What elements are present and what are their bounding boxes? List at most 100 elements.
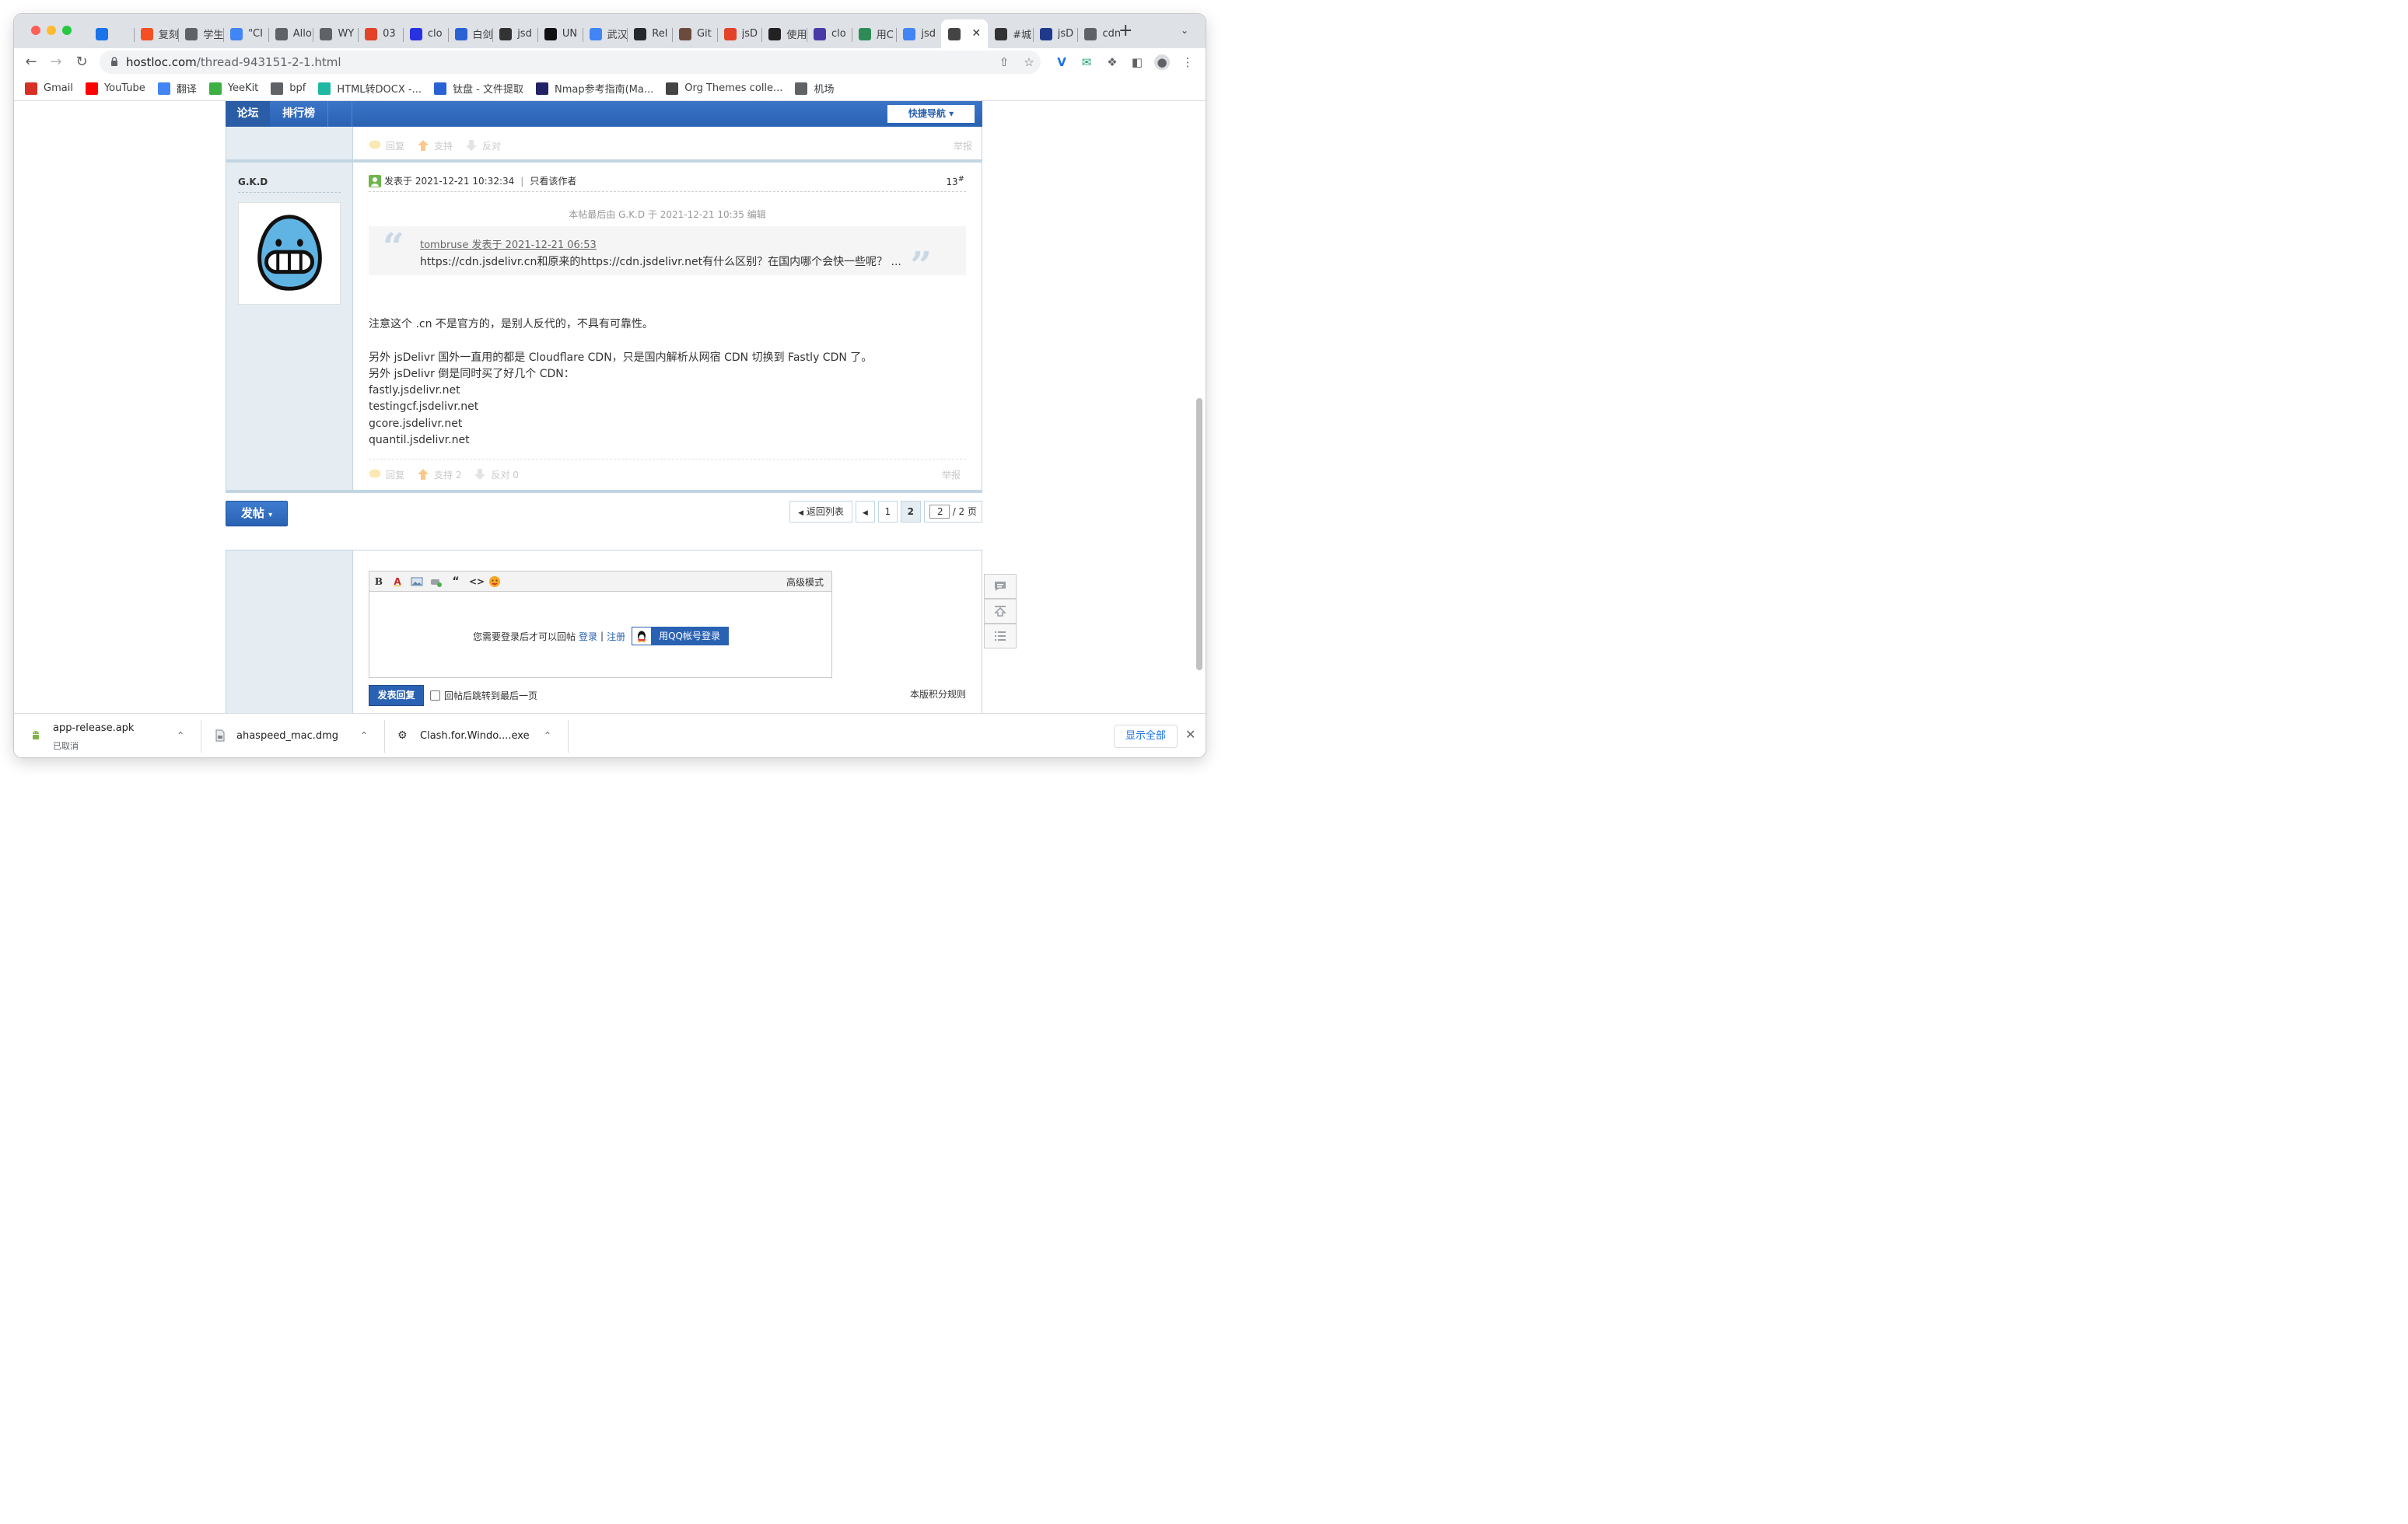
show-all-downloads-button[interactable]: 显示全部 [1114, 725, 1178, 748]
nav-tab-ranking[interactable]: 排行榜 [270, 101, 328, 127]
browser-tab[interactable]: ✕ [941, 19, 989, 48]
advanced-mode-link[interactable]: 高级模式 [786, 575, 824, 589]
side-panel-icon[interactable]: ◧ [1129, 54, 1145, 70]
prev-page-button[interactable]: ◀ [855, 501, 875, 523]
reload-button[interactable]: ↻ [72, 53, 91, 72]
bookmark-star-icon[interactable]: ☆ [1021, 54, 1037, 70]
jump-last-page-option[interactable]: 回帖后跳转到最后一页 [430, 689, 537, 702]
browser-tab[interactable]: #城 [988, 19, 1033, 48]
bookmark-item[interactable]: Gmail [25, 82, 73, 95]
browser-tab[interactable]: 武汉 [582, 19, 627, 48]
browser-tab[interactable]: Allo [268, 19, 313, 48]
close-tab-icon[interactable]: ✕ [971, 27, 981, 40]
login-link[interactable]: 登录 [579, 630, 597, 643]
back-to-top-icon[interactable] [984, 599, 1017, 624]
minimize-window-button[interactable] [47, 26, 56, 35]
extensions-puzzle-icon[interactable]: ❖ [1104, 54, 1120, 70]
support-action[interactable]: 支持 2 [417, 468, 461, 481]
page-scrollbar[interactable] [1196, 101, 1202, 713]
register-link[interactable]: 注册 [607, 630, 625, 643]
browser-tab[interactable]: 用C [851, 19, 897, 48]
kebab-menu-icon[interactable]: ⋮ [1180, 54, 1195, 70]
browser-tab[interactable]: cdn [1077, 19, 1122, 48]
close-window-button[interactable] [31, 26, 40, 35]
browser-tab[interactable]: jsD [716, 19, 762, 48]
browser-tab[interactable]: clo [807, 19, 852, 48]
maximize-window-button[interactable] [62, 26, 72, 35]
browser-tab[interactable]: 复刻 [133, 19, 178, 48]
mail-extension-icon[interactable]: ✉ [1079, 54, 1094, 70]
back-to-list-button[interactable]: ◀ 返回列表 [789, 501, 852, 523]
jump-last-page-checkbox[interactable] [430, 690, 440, 701]
reply-editor[interactable]: B A “ <> 高级模式 您需要登录后才可以回帖 登录 | 注册 用QQ帐号登… [369, 571, 832, 678]
browser-tab[interactable]: jsd [896, 19, 941, 48]
bookmark-item[interactable]: Nmap参考指南(Ma... [535, 81, 653, 96]
browser-tab[interactable]: Rel [627, 19, 672, 48]
bookmark-item[interactable]: 机场 [795, 81, 834, 96]
post-author-name[interactable]: G.K.D [238, 177, 268, 187]
browser-tab[interactable]: jsD [1032, 19, 1078, 48]
browser-tab[interactable]: 学生 [178, 19, 223, 48]
browser-tab[interactable]: Git [671, 19, 717, 48]
download-item-0[interactable]: app-release.apk 已取消 ⌃ [14, 714, 201, 757]
browser-tab[interactable]: clo [402, 19, 448, 48]
tab-search-chevron-icon[interactable]: ⌄ [1181, 25, 1188, 36]
oppose-action[interactable]: 反对 0 [474, 468, 519, 481]
browser-tab[interactable]: WY [313, 19, 358, 48]
download-item-2[interactable]: ⚙ Clash.for.Windo....exe ⌃ [385, 714, 568, 757]
qq-login-button[interactable]: 用QQ帐号登录 [632, 627, 729, 645]
submit-reply-button[interactable]: 发表回复 [369, 685, 424, 706]
browser-tab[interactable]: 03 [358, 19, 403, 48]
back-button[interactable]: ← [22, 53, 40, 72]
quote-author-link[interactable]: tombruse 发表于 2021-12-21 06:53 [420, 236, 597, 251]
image-icon[interactable] [411, 575, 423, 588]
nav-tab-forum[interactable]: 论坛 [226, 101, 270, 127]
bookmark-item[interactable]: YouTube [85, 82, 145, 95]
bold-icon[interactable]: B [373, 575, 385, 588]
code-icon[interactable]: <> [469, 575, 485, 588]
scrollbar-thumb[interactable] [1196, 398, 1202, 670]
chevron-up-icon[interactable]: ⌃ [360, 730, 368, 741]
font-color-icon[interactable]: A [391, 575, 404, 588]
prev-reply-action[interactable]: 回复 [369, 139, 404, 152]
chevron-up-icon[interactable]: ⌃ [544, 730, 551, 741]
new-post-button[interactable]: 发帖 ▾ [226, 501, 288, 526]
bookmark-item[interactable]: HTML转DOCX -... [318, 81, 422, 96]
share-icon[interactable]: ⇧ [996, 54, 1012, 70]
prev-oppose-action[interactable]: 反对 [465, 139, 501, 152]
bookmark-item[interactable]: Org Themes colle... [666, 82, 782, 95]
attachment-icon[interactable] [430, 575, 443, 588]
page-link-2[interactable]: 2 [900, 501, 921, 523]
quote-icon[interactable]: “ [450, 575, 462, 588]
browser-tab[interactable]: jsd [492, 19, 537, 48]
page-link-1[interactable]: 1 [877, 501, 898, 523]
browser-tab[interactable]: "CI [223, 19, 268, 48]
browser-tab[interactable]: 白剑 [447, 19, 492, 48]
author-avatar[interactable] [238, 202, 341, 305]
vee-extension-icon[interactable]: V [1054, 54, 1069, 70]
browser-tab[interactable]: UN [537, 19, 583, 48]
credit-rules-link[interactable]: 本版积分规则 [910, 687, 966, 701]
browser-tab[interactable] [89, 19, 134, 48]
download-item-1[interactable]: ahaspeed_mac.dmg ⌃ [201, 714, 384, 757]
bookmark-item[interactable]: YeeKit [208, 82, 258, 95]
browser-tab[interactable]: 使用 [761, 19, 807, 48]
chevron-up-icon[interactable]: ⌃ [177, 730, 184, 741]
new-tab-button[interactable]: + [1118, 23, 1132, 40]
page-number-input[interactable]: 2 [929, 505, 950, 519]
only-author-link[interactable]: 只看该作者 [530, 174, 576, 187]
bookmark-item[interactable]: bpf [271, 82, 306, 95]
profile-avatar-icon[interactable]: ● [1154, 54, 1170, 70]
bookmark-item[interactable]: 钛盘 - 文件提取 [434, 81, 523, 96]
prev-report-link[interactable]: 举报 [954, 139, 972, 152]
quick-nav-button[interactable]: 快捷导航 ▾ [887, 105, 975, 123]
quick-reply-icon[interactable] [984, 574, 1017, 599]
floor-number[interactable]: 13# [946, 175, 964, 187]
bookmark-item[interactable]: 翻译 [157, 81, 197, 96]
report-link[interactable]: 举报 [942, 468, 961, 481]
reply-action[interactable]: 回复 [369, 468, 404, 481]
prev-support-action[interactable]: 支持 [417, 139, 453, 152]
address-bar[interactable]: hostloc.com/thread-943151-2-1.html ⇧ ☆ [100, 51, 1041, 74]
close-downloads-icon[interactable]: ✕ [1185, 727, 1195, 742]
list-icon[interactable] [984, 624, 1017, 648]
